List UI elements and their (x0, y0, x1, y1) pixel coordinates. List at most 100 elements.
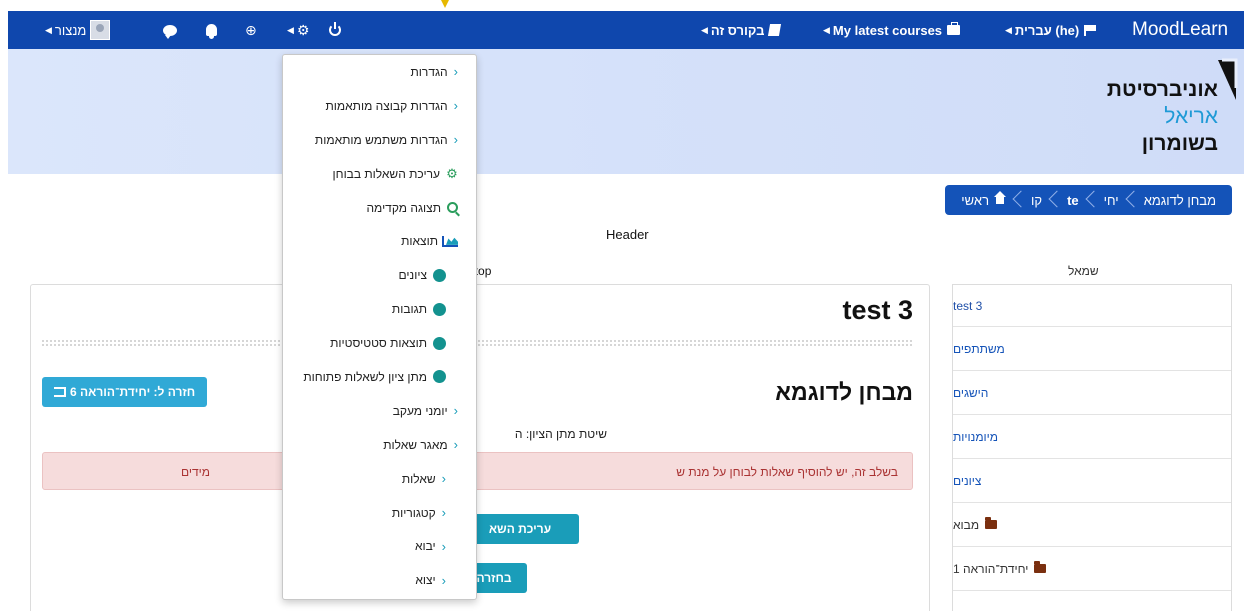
messages-button[interactable] (163, 11, 177, 49)
this-course-menu[interactable]: ◀ בקורס זה (698, 11, 782, 49)
dropdown-item[interactable]: תוצאות (283, 224, 476, 258)
chevron-left-icon: ‹ (441, 572, 446, 588)
dropdown-item[interactable]: תגובות (283, 292, 476, 326)
top-navbar: ◀ מנצור ⊕ ◀ ⚙ ◀ בקורס זה ◀ My latest cou… (8, 11, 1244, 49)
nav-item-course[interactable]: test 3 (953, 285, 1231, 327)
chevron-left-icon: ‹ (441, 505, 446, 521)
breadcrumb-separator (1125, 185, 1138, 215)
dropdown-item[interactable]: ⚙ עריכת השאלות בבוחן (283, 157, 476, 191)
add-button[interactable]: ⊕ (245, 11, 257, 49)
chevron-left-icon: ‹ (453, 403, 458, 419)
nav-item-competencies[interactable]: מיומנויות (953, 415, 1231, 459)
dropdown-item-label: ציונים (398, 268, 427, 283)
dropdown-item-label: יומני מעקב (392, 403, 448, 418)
alert-message-tail: מידים (181, 465, 211, 479)
pin-marker-icon (441, 0, 449, 8)
course-navigation: test 3 משתתפים הישגים מיומנויות ציונים מ… (952, 284, 1232, 611)
notifications-button[interactable] (206, 11, 217, 49)
bell-icon (206, 24, 217, 39)
nav-item-participants[interactable]: משתתפים (953, 327, 1231, 371)
circle-icon (433, 370, 446, 384)
my-courses-menu[interactable]: ◀ My latest courses (820, 11, 961, 49)
breadcrumb: ראשי קו te יחי מבחן לדוגמא (945, 185, 1232, 215)
brand-link[interactable]: MoodLearn (1132, 11, 1228, 49)
circle-icon (433, 302, 446, 316)
dropdown-item[interactable]: ‹ יבוא (283, 529, 476, 563)
gear-icon: ⚙ (296, 21, 310, 38)
logo-line-3: בשומרון (1141, 132, 1218, 155)
header-banner: אוניברסיטת אריאל בשומרון (8, 49, 1244, 174)
caret-left-icon: ◀ (823, 24, 830, 35)
chevron-left-icon: ‹ (441, 538, 446, 554)
folder-icon (985, 517, 998, 529)
chevron-left-icon: ‹ (453, 98, 458, 114)
edit-quiz-button[interactable]: עריכת השא (461, 514, 579, 544)
this-course-label: בקורס זה (710, 22, 765, 38)
caret-left-icon: ◀ (1005, 24, 1012, 35)
dropdown-item-label: הגדרות משתמש מותאמות (314, 132, 448, 147)
dropdown-item[interactable]: ‹ קטגוריות (283, 496, 476, 530)
breadcrumb-item[interactable]: te (1061, 193, 1085, 208)
search-plus-icon (447, 202, 458, 213)
dropdown-item[interactable]: ‹ הגדרות קבוצה מותאמות (283, 89, 476, 123)
dropdown-item[interactable]: ‹ שאלות (283, 462, 476, 496)
dropdown-item[interactable]: ‹ הגדרות (283, 55, 476, 89)
quiz-title: מבחן לדוגמא (775, 379, 913, 405)
nav-item-grades[interactable]: ציונים (953, 459, 1231, 503)
chat-bubble-icon (163, 24, 177, 39)
chevron-left-icon: ‹ (453, 132, 458, 148)
my-courses-label: My latest courses (832, 22, 943, 38)
dropdown-item[interactable]: ‹ הגדרות משתמש מותאמות (283, 123, 476, 157)
nav-item-section[interactable]: יחידת־הוראה 1 (953, 547, 1231, 591)
folder-icon (1034, 561, 1047, 573)
dropdown-item-label: מתן ציון לשאלות פתוחות (303, 369, 427, 384)
alert-message: בשלב זה, יש להוסיף שאלות לבוחן על מנת ש (676, 465, 898, 479)
caret-left-icon: ◀ (287, 24, 294, 35)
dropdown-item-label: הגדרות (410, 64, 448, 79)
dropdown-item-label: תגובות (391, 302, 427, 317)
dropdown-item-label: שאלות (401, 471, 436, 486)
breadcrumb-separator (1048, 185, 1061, 215)
caret-left-icon: ◀ (45, 24, 52, 35)
breadcrumb-item[interactable]: יחי (1098, 193, 1125, 208)
main-content: test 3 מבחן לדוגמא חזרה ל: יחידת־הוראה 6… (30, 284, 930, 611)
course-title: test 3 (842, 295, 913, 325)
dropdown-item-label: קטגוריות (391, 505, 436, 520)
header-region-label: Header (606, 227, 649, 242)
return-to-section-button[interactable]: חזרה ל: יחידת־הוראה 6 (42, 377, 208, 407)
dropdown-item[interactable]: ציונים (283, 258, 476, 292)
breadcrumb-item-current[interactable]: מבחן לדוגמא (1138, 193, 1222, 208)
dropdown-item[interactable]: ‹ יצוא (283, 563, 476, 597)
breadcrumb-separator (1012, 185, 1025, 215)
dropdown-item-label: יצוא (415, 573, 436, 588)
breadcrumb-home[interactable]: ראשי (955, 191, 1012, 208)
breadcrumb-separator (1085, 185, 1098, 215)
area-chart-icon (442, 235, 458, 247)
home-icon (994, 191, 1007, 205)
settings-dropdown-menu: ‹ הגדרות ‹ הגדרות קבוצה מותאמות ‹ הגדרות משתמ… (282, 54, 477, 600)
logo-line-2: אריאל (1164, 105, 1218, 128)
dropdown-item-label: תצוגה מקדימה (366, 200, 441, 215)
nav-item-section[interactable]: מבוא (953, 503, 1231, 547)
circle-icon (433, 268, 446, 282)
dropdown-item[interactable]: ‹ יומני מעקב (283, 394, 476, 428)
university-logo[interactable]: אוניברסיטת אריאל בשומרון (1107, 54, 1240, 169)
flag-icon (1084, 25, 1097, 36)
dropdown-item-label: מאגר שאלות (383, 437, 448, 452)
dropdown-item[interactable]: מתן ציון לשאלות פתוחות (283, 360, 476, 394)
dropdown-item[interactable]: תצוגה מקדימה (283, 191, 476, 225)
dropdown-item-label: יבוא (414, 539, 436, 554)
book-icon (768, 24, 782, 36)
logo-mark-icon (1218, 58, 1238, 100)
dropdown-item[interactable]: ‹ מאגר שאלות (283, 428, 476, 462)
settings-menu[interactable]: ◀ ⚙ (284, 11, 309, 49)
dropdown-item-label: עריכת השאלות בבוחן (332, 166, 440, 181)
logout-button[interactable] (329, 11, 341, 49)
nav-item-badges[interactable]: הישגים (953, 371, 1231, 415)
user-name: מנצור (54, 22, 87, 38)
dropdown-item[interactable]: תוצאות סטטיסטיות (283, 326, 476, 360)
chevron-left-icon: ‹ (441, 471, 446, 487)
user-menu[interactable]: ◀ מנצור (42, 11, 114, 49)
language-menu[interactable]: ◀ עברית (he) (1002, 11, 1097, 49)
divider (41, 339, 913, 347)
